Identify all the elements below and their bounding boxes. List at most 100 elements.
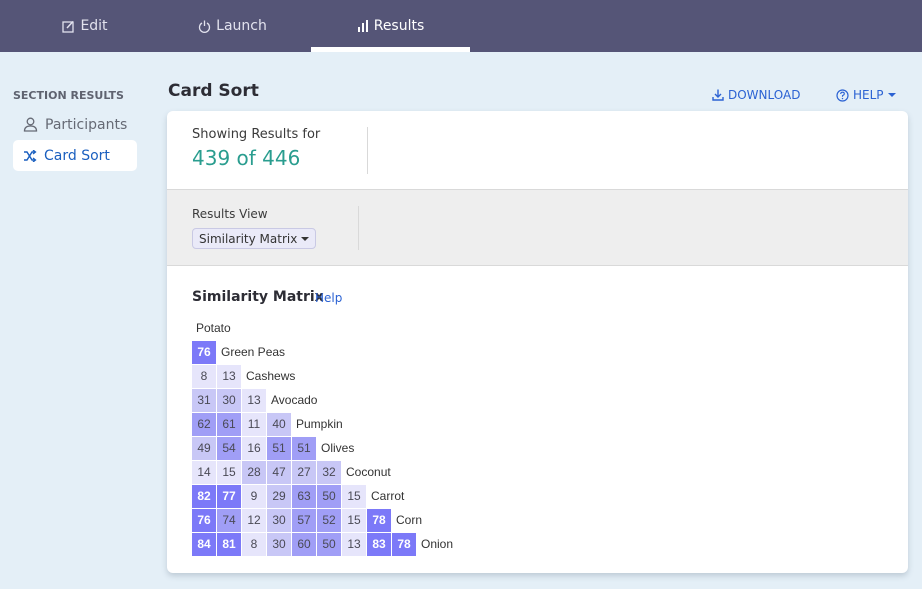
matrix-cell[interactable]: 74 [217, 508, 241, 532]
sidebar-heading: SECTION RESULTS [13, 89, 124, 102]
matrix-cell[interactable]: 30 [267, 508, 291, 532]
matrix-cell[interactable]: 8 [192, 364, 216, 388]
matrix-cell[interactable]: 49 [192, 436, 216, 460]
help-circle-icon [836, 88, 849, 102]
showing-results-label: Showing Results for [192, 127, 321, 142]
matrix-cell[interactable]: 57 [292, 508, 316, 532]
matrix-cell[interactable]: 62 [192, 412, 216, 436]
results-view-bar: Results View Similarity Matrix [167, 190, 908, 266]
matrix-cell[interactable]: 15 [342, 508, 366, 532]
matrix-cell[interactable]: 30 [217, 388, 241, 412]
sidebar-item-participants[interactable]: Participants [13, 109, 137, 140]
matrix-cell[interactable]: 28 [242, 460, 266, 484]
matrix-row: 76 Green Peas [192, 340, 453, 364]
matrix-cell[interactable]: 14 [192, 460, 216, 484]
matrix-row-label: Olives [321, 441, 355, 455]
help-dropdown-button[interactable]: HELP [836, 88, 896, 102]
matrix-cell[interactable]: 51 [267, 436, 291, 460]
matrix-cell[interactable]: 78 [367, 508, 391, 532]
divider [358, 206, 359, 250]
similarity-matrix: Potato 76 Green Peas 8 13 Cashews 31 30 13 Avoca… [192, 316, 453, 556]
shuffle-icon [24, 149, 37, 162]
results-summary: Showing Results for 439 of 446 [167, 111, 908, 190]
matrix-help-link[interactable]: Help [315, 291, 342, 305]
matrix-cell[interactable]: 12 [242, 508, 266, 532]
matrix-cell[interactable]: 76 [192, 340, 216, 364]
matrix-cell[interactable]: 63 [292, 484, 316, 508]
matrix-cell[interactable]: 40 [267, 412, 291, 436]
chevron-down-icon [887, 93, 896, 97]
matrix-cell[interactable]: 31 [192, 388, 216, 412]
matrix-cell[interactable]: 54 [217, 436, 241, 460]
matrix-cell[interactable]: 15 [217, 460, 241, 484]
matrix-cell[interactable]: 84 [192, 532, 216, 556]
matrix-cell[interactable]: 13 [242, 388, 266, 412]
matrix-row-label: Green Peas [221, 345, 286, 359]
matrix-cell[interactable]: 27 [292, 460, 316, 484]
sidebar-item-label: Card Sort [44, 147, 110, 164]
matrix-row: 8 13 Cashews [192, 364, 453, 388]
matrix-header-row: Potato [192, 316, 453, 340]
divider [367, 127, 368, 174]
sidebar-item-card-sort[interactable]: Card Sort [13, 140, 137, 171]
matrix-row-label: Cashews [246, 369, 296, 383]
matrix-cell[interactable]: 76 [192, 508, 216, 532]
matrix-cell[interactable]: 51 [292, 436, 316, 460]
matrix-title: Similarity Matrix [192, 289, 324, 305]
matrix-row-label: Carrot [371, 489, 405, 503]
matrix-cell[interactable]: 78 [392, 532, 416, 556]
showing-results-value: 439 of 446 [192, 146, 301, 170]
tab-launch-label: Launch [216, 18, 267, 34]
results-view-label: Results View [192, 207, 268, 221]
matrix-cell[interactable]: 13 [217, 364, 241, 388]
matrix-cell[interactable]: 81 [217, 532, 241, 556]
results-view-select[interactable]: Similarity Matrix [192, 228, 317, 249]
tab-edit[interactable]: Edit [40, 0, 130, 52]
matrix-row-label: Coconut [346, 465, 391, 479]
matrix-cell[interactable]: 30 [267, 532, 291, 556]
matrix-cell[interactable]: 29 [267, 484, 291, 508]
matrix-row-label: Corn [396, 513, 423, 527]
matrix-cell[interactable]: 16 [242, 436, 266, 460]
matrix-cell[interactable]: 52 [317, 508, 341, 532]
matrix-cell[interactable]: 11 [242, 412, 266, 436]
download-label: DOWNLOAD [728, 88, 801, 102]
matrix-cell[interactable]: 60 [292, 532, 316, 556]
top-navigation: Edit Launch Results [0, 0, 922, 52]
tab-launch[interactable]: Launch [180, 0, 285, 52]
matrix-cell[interactable]: 8 [242, 532, 266, 556]
bar-chart-icon [357, 20, 368, 32]
matrix-cell[interactable]: 15 [342, 484, 366, 508]
caret-down-icon [301, 236, 310, 241]
matrix-cell[interactable]: 77 [217, 484, 241, 508]
matrix-row: 49 54 16 51 51 Olives [192, 436, 453, 460]
matrix-row: 14 15 28 47 27 32 Coconut [192, 460, 453, 484]
matrix-row: 62 61 11 40 Pumpkin [192, 412, 453, 436]
tab-edit-label: Edit [80, 18, 108, 34]
tab-results-label: Results [373, 18, 425, 34]
results-card: Showing Results for 439 of 446 Results V… [167, 111, 908, 573]
download-button[interactable]: DOWNLOAD [712, 88, 800, 102]
matrix-row: 76 74 12 30 57 52 15 78 Corn [192, 508, 453, 532]
matrix-cell[interactable]: 13 [342, 532, 366, 556]
matrix-cell[interactable]: 50 [317, 532, 341, 556]
matrix-cell[interactable]: 32 [317, 460, 341, 484]
matrix-cell[interactable]: 82 [192, 484, 216, 508]
matrix-cell[interactable]: 9 [242, 484, 266, 508]
edit-icon [62, 20, 75, 33]
matrix-cell[interactable]: 61 [217, 412, 241, 436]
download-icon [712, 89, 724, 101]
matrix-row-label: Potato [196, 321, 231, 335]
user-icon [23, 117, 38, 132]
tab-results[interactable]: Results [311, 0, 470, 52]
results-view-selected: Similarity Matrix [199, 231, 298, 246]
matrix-row: 82 77 9 29 63 50 15 Carrot [192, 484, 453, 508]
matrix-row-label: Avocado [271, 393, 318, 407]
matrix-cell[interactable]: 83 [367, 532, 391, 556]
matrix-cell[interactable]: 47 [267, 460, 291, 484]
matrix-row-label: Pumpkin [296, 417, 343, 431]
matrix-row: 31 30 13 Avocado [192, 388, 453, 412]
sidebar-item-label: Participants [45, 116, 128, 133]
matrix-cell[interactable]: 50 [317, 484, 341, 508]
page-title: Card Sort [168, 81, 259, 101]
